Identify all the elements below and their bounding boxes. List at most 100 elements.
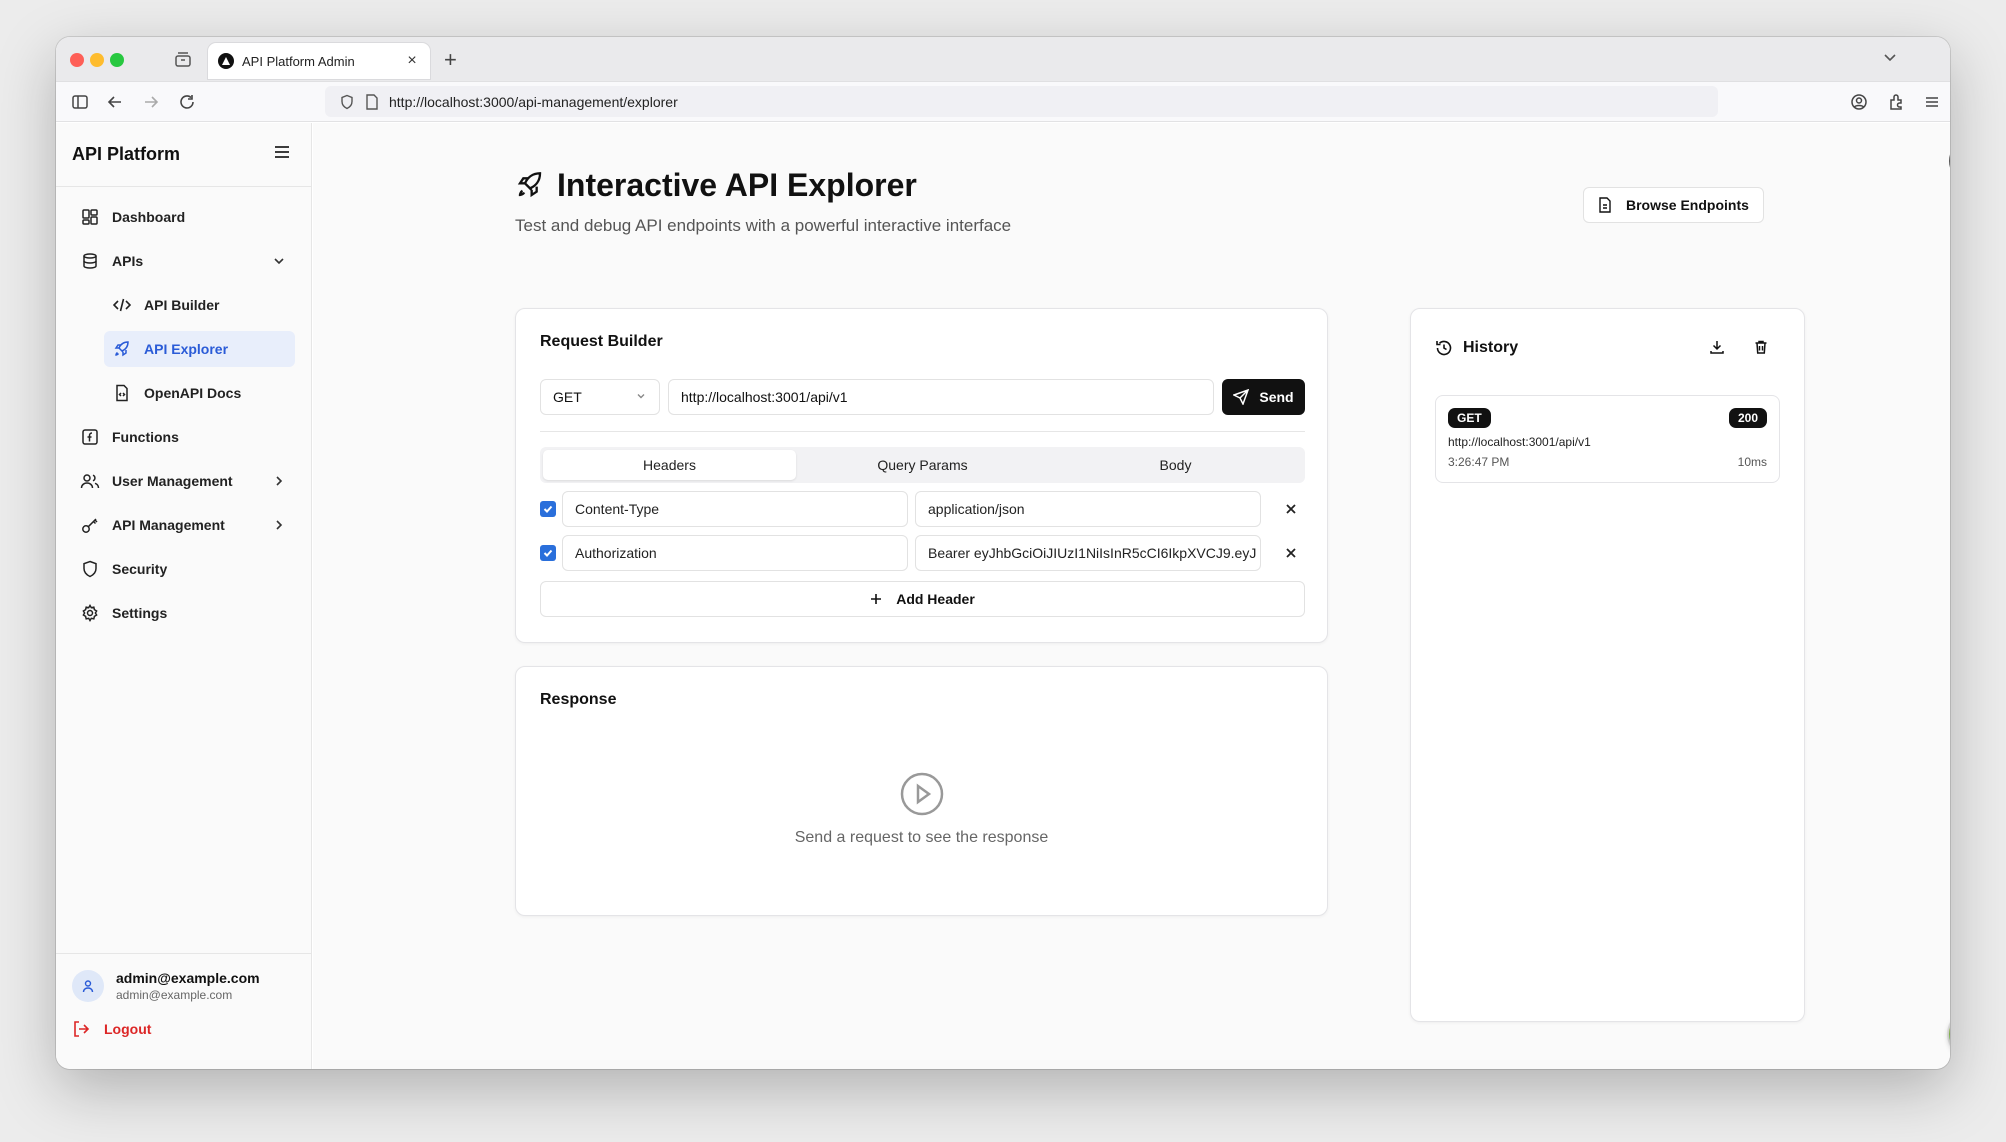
status-badge: 200: [1728, 408, 1767, 428]
new-tab-icon[interactable]: +: [444, 47, 457, 73]
avatar: [72, 970, 104, 1002]
browse-endpoints-button[interactable]: Browse Endpoints: [1583, 187, 1764, 223]
users-icon: [80, 471, 100, 491]
account-icon[interactable]: [1849, 92, 1869, 112]
header-row: Authorization Bearer eyJhbGciOiJIUzI1NiI…: [540, 535, 1305, 571]
code-icon: [112, 295, 132, 315]
history-time: 3:26:47 PM: [1448, 455, 1510, 469]
sidebar-item-api-explorer[interactable]: API Explorer: [104, 331, 295, 367]
function-icon: [80, 427, 100, 447]
page-title: Interactive API Explorer: [515, 167, 1011, 204]
sidebar-item-label: OpenAPI Docs: [144, 385, 242, 401]
history-item[interactable]: GET 200 http://localhost:3001/api/v1 3:2…: [1435, 395, 1780, 483]
method-badge: GET: [1448, 408, 1491, 428]
chevron-right-icon[interactable]: [271, 517, 287, 533]
sidebar-item-security[interactable]: Security: [72, 551, 295, 587]
app-favicon-icon: [218, 53, 234, 69]
menu-icon[interactable]: [1922, 92, 1942, 112]
chevron-down-icon: [635, 389, 647, 405]
request-url-input[interactable]: http://localhost:3001/api/v1: [668, 379, 1214, 415]
header-enabled-checkbox[interactable]: [540, 545, 556, 561]
sidebar-item-label: Dashboard: [112, 209, 186, 225]
database-icon: [80, 251, 100, 271]
send-label: Send: [1259, 389, 1294, 405]
send-button[interactable]: Send: [1222, 379, 1305, 415]
header-row: Content-Type application/json: [540, 491, 1305, 527]
sidebar-item-user-management[interactable]: User Management: [72, 463, 295, 499]
history-title: History: [1463, 339, 1519, 356]
add-header-button[interactable]: Add Header: [540, 581, 1305, 617]
rocket-icon: [112, 339, 132, 359]
chevron-down-icon[interactable]: [1882, 49, 1898, 70]
header-key-input[interactable]: Authorization: [562, 535, 908, 571]
user-profile[interactable]: admin@example.com admin@example.com: [72, 970, 295, 1002]
header-enabled-checkbox[interactable]: [540, 501, 556, 517]
remove-header-icon[interactable]: [1282, 500, 1300, 518]
sidebar-item-functions[interactable]: Functions: [72, 419, 295, 455]
sidebar-item-api-management[interactable]: API Management: [72, 507, 295, 543]
page-title-text: Interactive API Explorer: [557, 167, 917, 203]
page-subtitle: Test and debug API endpoints with a powe…: [515, 216, 1012, 235]
sidebar-item-label: APIs: [112, 253, 144, 269]
trash-icon[interactable]: [1753, 339, 1769, 355]
response-title: Response: [540, 691, 617, 708]
url-text: http://localhost:3000/api-management/exp…: [389, 93, 678, 110]
divider: [540, 431, 1305, 432]
history-card: History GET 200 http://localhost:3001/ap…: [1410, 308, 1805, 1022]
tab-headers[interactable]: Headers: [543, 450, 796, 480]
main-content: Interactive API Explorer Test and debug …: [313, 123, 1950, 1069]
download-icon[interactable]: [1709, 339, 1725, 355]
header-key-input[interactable]: Content-Type: [562, 491, 908, 527]
reload-icon[interactable]: [177, 92, 197, 112]
shield-icon: [80, 559, 100, 579]
tab-body[interactable]: Body: [1049, 450, 1302, 480]
app-title: API Platform: [72, 144, 181, 164]
sidebar-item-openapi-docs[interactable]: OpenAPI Docs: [104, 375, 295, 411]
hamburger-icon[interactable]: [273, 143, 291, 166]
request-url-value: http://localhost:3001/api/v1: [681, 389, 848, 405]
zoom-window-button[interactable]: [110, 53, 124, 67]
send-icon: [1233, 389, 1250, 405]
sidebar-item-settings[interactable]: Settings: [72, 595, 295, 631]
sidebar-item-label: API Explorer: [144, 341, 229, 357]
chevron-right-icon[interactable]: [271, 473, 287, 489]
request-tabs: Headers Query Params Body: [540, 447, 1305, 483]
method-select[interactable]: GET: [540, 379, 660, 415]
back-arrow-icon[interactable]: [105, 92, 125, 112]
tab-close-icon[interactable]: ×: [404, 52, 420, 70]
close-window-button[interactable]: [70, 53, 84, 67]
header-value-input[interactable]: Bearer eyJhbGciOiJIUzI1NiIsInR5cCI6IkpXV…: [915, 535, 1261, 571]
chevron-down-icon[interactable]: [271, 253, 287, 269]
sidebar-item-apis[interactable]: APIs: [72, 243, 295, 279]
user-name: admin@example.com: [116, 970, 260, 986]
plus-icon: [870, 593, 882, 605]
dashboard-icon: [80, 207, 100, 227]
forward-arrow-icon[interactable]: [141, 92, 161, 112]
tab-overview-icon[interactable]: [173, 50, 193, 70]
request-builder-title: Request Builder: [540, 333, 663, 350]
tab-query-params[interactable]: Query Params: [796, 450, 1049, 480]
header-value-input[interactable]: application/json: [915, 491, 1261, 527]
sidebar-item-label: API Builder: [144, 297, 220, 313]
rocket-icon: [515, 170, 547, 202]
logout-button[interactable]: Logout: [72, 1020, 295, 1038]
gear-icon: [80, 603, 100, 623]
floating-assistant-button[interactable]: [1949, 1011, 1950, 1057]
address-bar[interactable]: http://localhost:3000/api-management/exp…: [325, 86, 1718, 117]
method-value: GET: [553, 389, 582, 405]
key-icon: [80, 515, 100, 535]
sidebar-item-dashboard[interactable]: Dashboard: [72, 199, 295, 235]
page-header: Interactive API Explorer Test and debug …: [515, 167, 1011, 236]
browser-tab-active[interactable]: API Platform Admin ×: [208, 43, 430, 79]
request-builder-card: Request Builder GET http://localhost:300…: [515, 308, 1328, 643]
sidebar: API Platform Dashboard APIs API Builder …: [56, 123, 312, 1069]
sidebar-toggle-icon[interactable]: [70, 92, 90, 112]
sidebar-item-api-builder[interactable]: API Builder: [104, 287, 295, 323]
sidebar-item-label: Security: [112, 561, 168, 577]
remove-header-icon[interactable]: [1282, 544, 1300, 562]
minimize-window-button[interactable]: [90, 53, 104, 67]
history-duration: 10ms: [1737, 455, 1767, 469]
file-code-icon: [112, 383, 132, 403]
extensions-icon[interactable]: [1886, 92, 1906, 112]
sidebar-item-label: User Management: [112, 473, 233, 489]
